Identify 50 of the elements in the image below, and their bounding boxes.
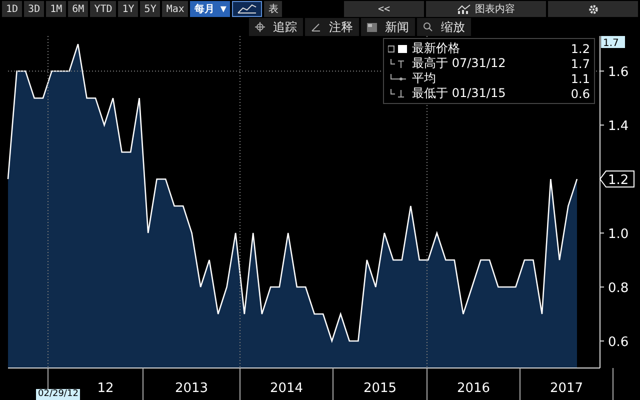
axis-tick-label: 2013: [174, 381, 208, 396]
legend-value: 1.1: [570, 72, 590, 86]
axis-tick-label: 2014: [270, 381, 304, 396]
settings-button[interactable]: [548, 1, 638, 17]
legend-label: 最高于 07/31/12: [412, 55, 507, 72]
range-button[interactable]: 1Y: [118, 1, 138, 17]
tool-button[interactable]: 追踪: [249, 18, 303, 36]
pen-icon: [311, 22, 321, 32]
range-button[interactable]: 5Y: [140, 1, 160, 17]
legend-label: 最新价格: [412, 40, 461, 56]
axis-tick-label: 1.0: [608, 227, 629, 242]
line-chart-icon: [237, 4, 258, 14]
legend-label: 最低于 01/31/15: [412, 85, 507, 102]
chart-icon: [457, 4, 471, 14]
range-button[interactable]: YTD: [90, 1, 116, 17]
range-button[interactable]: 3D: [24, 1, 44, 17]
legend-label: 平均: [412, 70, 437, 87]
table-button[interactable]: 表: [264, 1, 282, 17]
range-button[interactable]: Max: [162, 1, 188, 17]
tool-button[interactable]: 注释: [305, 18, 359, 36]
axis-tick-label: 1.4: [608, 119, 629, 134]
range-button[interactable]: 1M: [46, 1, 66, 17]
news-icon: [367, 22, 377, 32]
range-button[interactable]: 1D: [2, 1, 22, 17]
square-icon: [388, 44, 408, 54]
legend-value: 1.7: [570, 56, 590, 70]
axis-tick-label: 2017: [550, 381, 584, 396]
crosshair-icon: [255, 22, 265, 32]
axis-tick-label: 1.6: [608, 65, 629, 80]
axis-tick-label: 2015: [363, 381, 397, 396]
average-marker-icon: [388, 74, 408, 84]
legend-value: 1.2: [570, 42, 590, 56]
axis-tick-label: 0.8: [608, 281, 629, 296]
last-value-tag: 1.2: [599, 170, 634, 188]
axis-tick-label: 0.6: [608, 335, 629, 350]
y-tick-label: 1.2: [608, 173, 629, 188]
axis-tick-label: 2016: [456, 381, 490, 396]
line-chart-button[interactable]: [232, 1, 262, 17]
range-button[interactable]: 6M: [68, 1, 88, 17]
collapse-button[interactable]: <<: [344, 1, 424, 17]
tool-button[interactable]: 新闻: [361, 18, 415, 36]
chart-content-button[interactable]: 图表内容: [426, 1, 546, 17]
settings-icon: [588, 4, 598, 14]
axis-tick-label: 12: [97, 381, 114, 396]
search-icon: [423, 22, 433, 32]
high-value-tag: 1.7: [601, 36, 625, 49]
tool-button[interactable]: 缩放: [417, 18, 471, 36]
period-dropdown[interactable]: 每月 ▼: [190, 1, 230, 17]
cursor-date-label: 02/29/12: [36, 389, 80, 400]
legend-value: 0.6: [570, 86, 590, 100]
